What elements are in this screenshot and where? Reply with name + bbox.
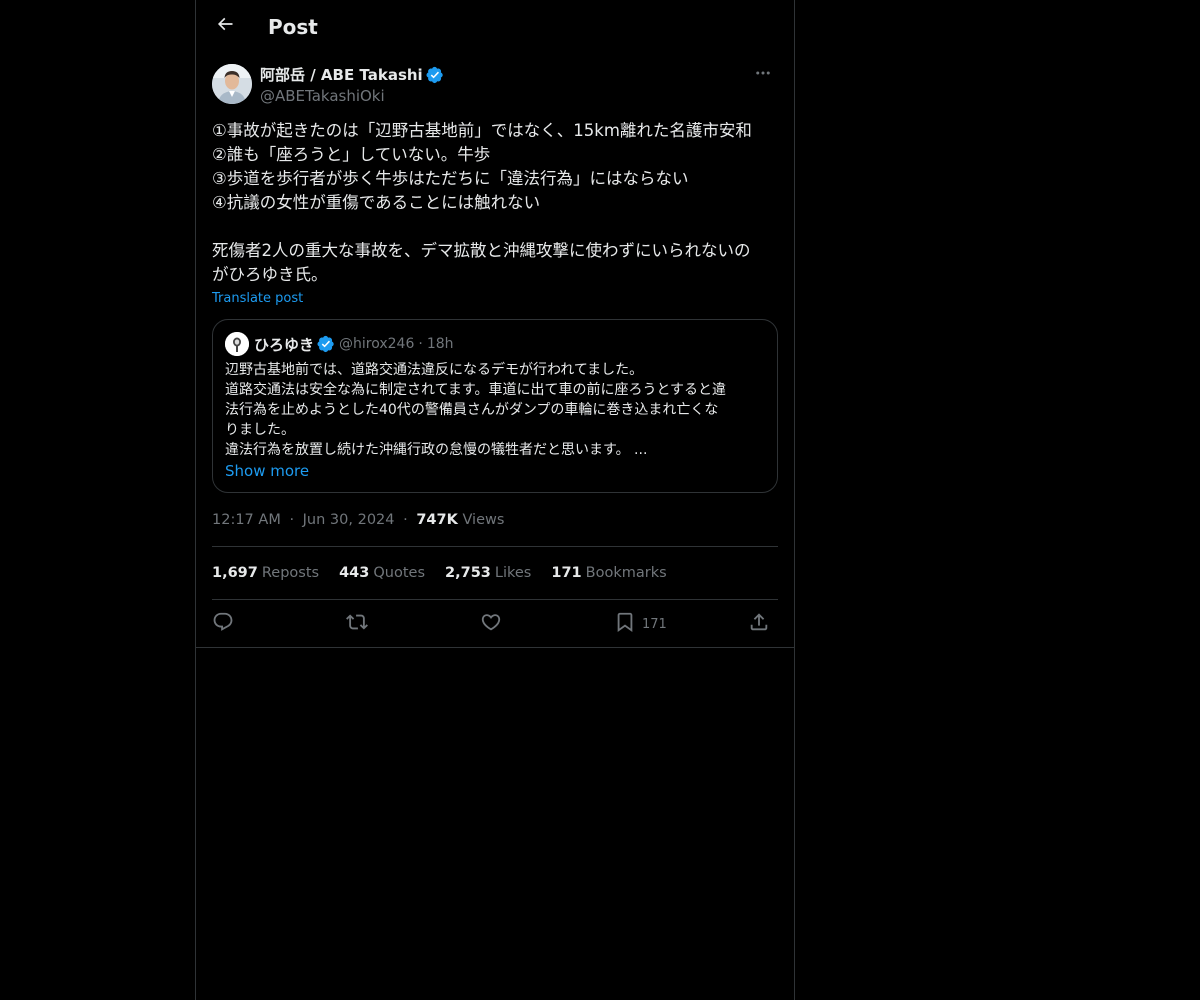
quoted-post[interactable]: ひろゆき @hirox246 · 18h 辺野古基地前では、道路交通法違反になる… (212, 319, 778, 493)
quoted-text-line: りました。 (225, 422, 295, 438)
likes-label: Likes (494, 565, 532, 581)
divider (212, 546, 778, 547)
quoted-author-avatar[interactable] (225, 332, 249, 356)
reposts-count: 1,697 (212, 565, 258, 581)
repost-button[interactable] (346, 610, 368, 638)
reply-button[interactable] (212, 610, 234, 638)
bookmarks-count: 171 (551, 565, 582, 581)
translate-post-link[interactable]: Translate post (212, 290, 303, 308)
quotes-label: Quotes (373, 565, 426, 581)
quoted-post-text: 辺野古基地前では、道路交通法違反になるデモが行われてました。 道路交通法は安全な… (225, 360, 767, 460)
bookmark-icon (614, 611, 636, 637)
post-author: 阿部岳 / ABE Takashi @ABETakashiOki (212, 64, 778, 108)
repost-icon (346, 611, 368, 637)
bookmark-button[interactable]: 171 (614, 610, 667, 638)
likes-stat[interactable]: 2,753 Likes (445, 563, 531, 583)
views-count: 747K (416, 512, 458, 528)
quoted-text-line: 辺野古基地前では、道路交通法違反になるデモが行われてました。 (225, 362, 644, 378)
quoted-text-line: 道路交通法は安全な為に制定されてます。車道に出て車の前に座ろうとすると違 (225, 382, 727, 398)
post-meta: 12:17 AM · Jun 30, 2024 · 747K Views (212, 510, 504, 530)
views-label: Views (462, 512, 505, 528)
more-dots-icon (754, 64, 772, 86)
quoted-timestamp: 18h (426, 336, 454, 352)
back-arrow-icon (215, 14, 235, 38)
post-text-line: ④抗議の女性が重傷であることには触れない (212, 193, 541, 212)
quoted-separator: · (418, 336, 423, 352)
post-stats: 1,697 Reposts 443 Quotes 2,753 Likes 171 Boo… (212, 563, 687, 583)
share-icon (748, 611, 770, 637)
post-text-line: ①事故が起きたのは「辺野古基地前」ではなく、15km離れた名護市安和 (212, 121, 752, 140)
post-bottom-border (196, 647, 794, 648)
bookmarks-stat[interactable]: 171 Bookmarks (551, 563, 666, 583)
post-column: Post 阿部岳 / ABE Takashi @ABETakashiOki ①事… (195, 0, 795, 1000)
author-display-name[interactable]: 阿部岳 / ABE Takashi (260, 65, 444, 85)
post-text-line: がひろゆき氏。 (212, 265, 328, 284)
post-text-line: 死傷者2人の重大な事故を、デマ拡散と沖縄攻撃に使わずにいられないの (212, 241, 751, 260)
author-name-text: 阿部岳 / ABE Takashi (260, 66, 423, 84)
page-title: Post (268, 15, 318, 39)
quoted-author-name: ひろゆき (254, 335, 315, 354)
reposts-stat[interactable]: 1,697 Reposts (212, 563, 319, 583)
post-text-line: ②誰も「座ろうと」していない。牛歩 (212, 145, 491, 164)
post-text-blank-line (212, 215, 778, 239)
meta-separator: · (403, 512, 408, 528)
show-more-link[interactable]: Show more (225, 461, 309, 481)
quoted-text-line: 違法行為を放置し続けた沖縄行政の怠慢の犠牲者だと思います。 ... (225, 442, 648, 458)
post-time[interactable]: 12:17 AM (212, 512, 281, 528)
bookmark-count: 171 (642, 616, 667, 632)
quoted-post-header: ひろゆき @hirox246 · 18h (225, 332, 454, 356)
quotes-count: 443 (339, 565, 370, 581)
like-icon (480, 611, 502, 637)
reply-icon (212, 611, 234, 637)
top-bar: Post (196, 0, 794, 53)
bookmarks-label: Bookmarks (585, 565, 667, 581)
divider (212, 599, 778, 600)
quoted-text-line: 法行為を止めようとした40代の警備員さんがダンプの車輪に巻き込まれ亡くな (225, 402, 719, 418)
author-avatar[interactable] (212, 64, 252, 104)
verified-badge-icon (426, 66, 444, 84)
likes-count: 2,753 (445, 565, 491, 581)
share-button[interactable] (748, 610, 770, 638)
meta-separator: · (289, 512, 295, 528)
back-button[interactable] (208, 9, 242, 43)
quotes-stat[interactable]: 443 Quotes (339, 563, 425, 583)
like-button[interactable] (480, 610, 502, 638)
post-text-line: ③歩道を歩行者が歩く牛歩はただちに「違法行為」にはならない (212, 169, 689, 188)
post-text: ①事故が起きたのは「辺野古基地前」ではなく、15km離れた名護市安和 ②誰も「座… (212, 119, 778, 287)
post-date[interactable]: Jun 30, 2024 (303, 512, 395, 528)
action-bar: 171 (212, 610, 778, 638)
more-options-button[interactable] (748, 64, 778, 86)
quoted-verified-badge-icon (317, 335, 335, 353)
quoted-author-handle: @hirox246 (339, 336, 415, 352)
reposts-label: Reposts (261, 565, 320, 581)
author-handle[interactable]: @ABETakashiOki (260, 86, 385, 106)
